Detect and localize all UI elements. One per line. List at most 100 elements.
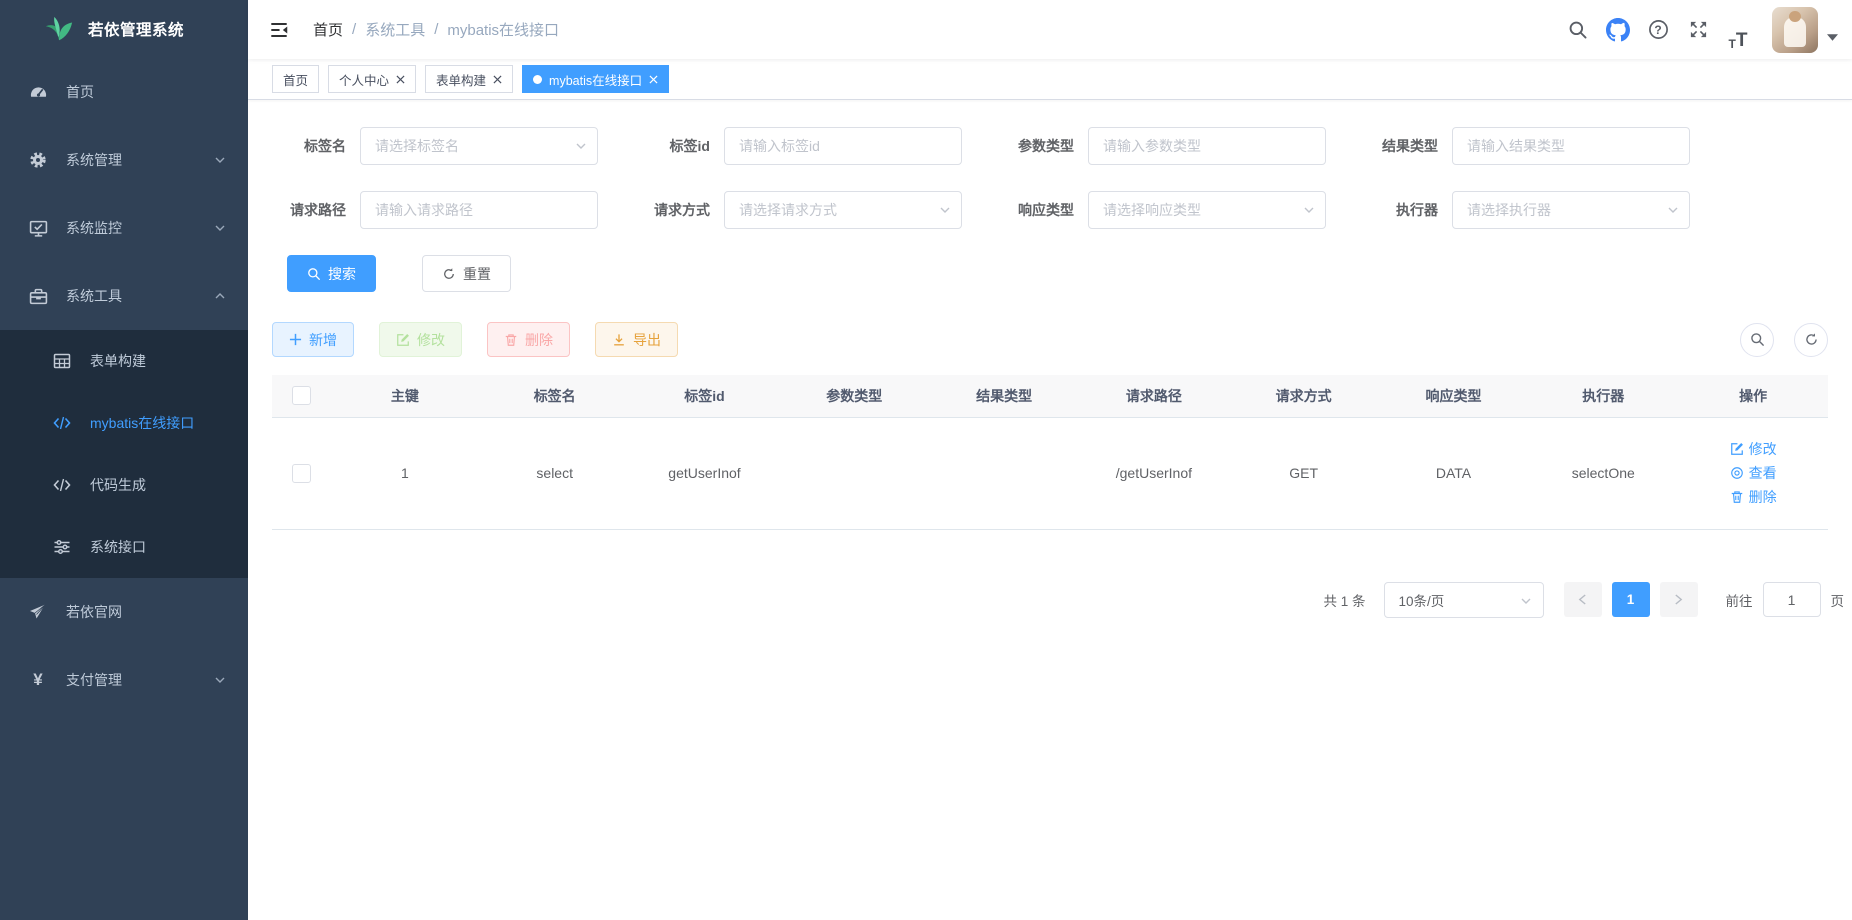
refresh-icon xyxy=(442,267,456,281)
row-edit-link[interactable]: 修改 xyxy=(1730,439,1777,459)
delete-button[interactable]: 删除 xyxy=(487,322,570,357)
edit-icon xyxy=(1730,442,1744,456)
row-checkbox[interactable] xyxy=(292,464,311,483)
field-label: 执行器 xyxy=(1364,200,1452,220)
cell-param-type xyxy=(779,417,929,529)
app-title: 若依管理系统 xyxy=(88,18,184,40)
sidebar-item-system-api[interactable]: 系统接口 xyxy=(0,516,248,578)
page-number-1[interactable]: 1 xyxy=(1612,582,1650,617)
tag-id-input[interactable] xyxy=(724,127,962,165)
sidebar-item-mybatis-api[interactable]: mybatis在线接口 xyxy=(0,392,248,454)
table-grid-icon xyxy=(52,351,72,371)
yen-icon: ¥ xyxy=(28,670,48,690)
param-type-input[interactable] xyxy=(1088,127,1326,165)
select-all-checkbox[interactable] xyxy=(292,386,311,405)
row-view-link[interactable]: 查看 xyxy=(1730,463,1777,483)
col-header-request-path: 请求路径 xyxy=(1079,375,1229,417)
field-result-type: 结果类型 xyxy=(1364,127,1690,165)
font-size-big-glyph: T xyxy=(1736,31,1748,50)
row-delete-label: 删除 xyxy=(1749,487,1777,507)
goto-label: 前往 xyxy=(1726,590,1753,610)
result-type-input[interactable] xyxy=(1452,127,1690,165)
header-search-button[interactable] xyxy=(1558,10,1598,50)
chevron-down-icon xyxy=(1520,595,1532,607)
field-executor: 执行器 xyxy=(1364,191,1690,229)
search-button-label: 搜索 xyxy=(328,264,356,284)
request-path-input[interactable] xyxy=(360,191,598,229)
cell-request-path: /getUserInof xyxy=(1079,417,1229,529)
page-size-select[interactable]: 10条/页 xyxy=(1384,582,1544,618)
sidebar-item-payment-manage[interactable]: ¥ 支付管理 xyxy=(0,646,248,714)
prev-page-button[interactable] xyxy=(1564,582,1602,617)
breadcrumb-system-tools: 系统工具 xyxy=(365,19,425,40)
data-table: 主键 标签名 标签id 参数类型 结果类型 请求路径 请求方式 响应类型 执行器… xyxy=(272,375,1828,530)
filter-row-2: 请求路径 请求方式 响应类型 xyxy=(272,191,1828,229)
help-button[interactable]: ? xyxy=(1638,10,1678,50)
sidebar-item-label: 系统接口 xyxy=(90,537,146,557)
filter-actions: 搜索 重置 xyxy=(287,255,1828,292)
next-page-button[interactable] xyxy=(1660,582,1698,617)
table-row[interactable]: 1 select getUserInof /getUserInof GET DA… xyxy=(272,417,1828,529)
refresh-icon xyxy=(1804,332,1819,347)
avatar[interactable] xyxy=(1772,7,1818,53)
row-select-cell xyxy=(272,417,330,529)
main-area: 首页 / 系统工具 / mybatis在线接口 ? TT xyxy=(248,0,1852,920)
user-menu[interactable] xyxy=(1772,7,1838,53)
sidebar-collapse-button[interactable] xyxy=(248,19,305,41)
dashboard-icon xyxy=(28,82,48,102)
sidebar-item-label: mybatis在线接口 xyxy=(90,413,194,433)
goto-page-input[interactable] xyxy=(1763,582,1821,617)
edit-button[interactable]: 修改 xyxy=(379,322,462,357)
breadcrumb: 首页 / 系统工具 / mybatis在线接口 xyxy=(313,19,559,40)
col-header-result-type: 结果类型 xyxy=(929,375,1079,417)
sidebar-item-system-tools[interactable]: 系统工具 xyxy=(0,262,248,330)
add-button[interactable]: 新增 xyxy=(272,322,354,357)
refresh-table-button[interactable] xyxy=(1794,323,1828,357)
field-label: 参数类型 xyxy=(1000,136,1088,156)
field-label: 标签id xyxy=(636,136,724,156)
close-icon[interactable] xyxy=(396,75,405,84)
sidebar-item-label: 系统监控 xyxy=(66,218,122,238)
sidebar-item-label: 支付管理 xyxy=(66,670,122,690)
show-search-toggle-button[interactable] xyxy=(1740,323,1774,357)
sidebar-item-code-gen[interactable]: 代码生成 xyxy=(0,454,248,516)
reset-button-label: 重置 xyxy=(463,264,491,284)
tag-name-select[interactable] xyxy=(360,127,598,165)
sidebar-item-label: 表单构建 xyxy=(90,351,146,371)
tab-profile[interactable]: 个人中心 xyxy=(328,65,416,93)
field-label: 请求路径 xyxy=(272,200,360,220)
breadcrumb-home[interactable]: 首页 xyxy=(313,19,343,40)
toolbar-right-tools xyxy=(1740,323,1828,357)
export-button[interactable]: 导出 xyxy=(595,322,678,357)
cell-response-type: DATA xyxy=(1379,417,1529,529)
pagination-total: 共 1 条 xyxy=(1323,590,1365,610)
fullscreen-button[interactable] xyxy=(1678,10,1718,50)
tab-label: mybatis在线接口 xyxy=(549,70,642,89)
github-link[interactable] xyxy=(1598,10,1638,50)
tab-form-builder[interactable]: 表单构建 xyxy=(425,65,513,93)
code-icon xyxy=(52,475,72,495)
search-button[interactable]: 搜索 xyxy=(287,255,376,292)
sidebar-item-system-manage[interactable]: 系统管理 xyxy=(0,126,248,194)
github-icon xyxy=(1606,18,1630,42)
chevron-down-icon xyxy=(214,674,226,686)
request-method-select[interactable] xyxy=(724,191,962,229)
sidebar-item-official-site[interactable]: 若依官网 xyxy=(0,578,248,646)
reset-button[interactable]: 重置 xyxy=(422,255,511,292)
sidebar-item-label: 代码生成 xyxy=(90,475,146,495)
font-size-button[interactable]: TT xyxy=(1718,10,1758,50)
navbar-tools: ? TT xyxy=(1558,7,1852,53)
executor-select[interactable] xyxy=(1452,191,1690,229)
col-header-actions: 操作 xyxy=(1678,375,1828,417)
sidebar-item-form-builder[interactable]: 表单构建 xyxy=(0,330,248,392)
row-delete-link[interactable]: 删除 xyxy=(1730,487,1777,507)
sidebar-item-home[interactable]: 首页 xyxy=(0,58,248,126)
sidebar-item-label: 系统管理 xyxy=(66,150,122,170)
tab-home[interactable]: 首页 xyxy=(272,65,319,93)
close-icon[interactable] xyxy=(649,75,658,84)
app-logo[interactable]: 若依管理系统 xyxy=(0,0,248,58)
tab-mybatis-api[interactable]: mybatis在线接口 xyxy=(522,65,669,93)
response-type-select[interactable] xyxy=(1088,191,1326,229)
sidebar-item-system-monitor[interactable]: 系统监控 xyxy=(0,194,248,262)
close-icon[interactable] xyxy=(493,75,502,84)
